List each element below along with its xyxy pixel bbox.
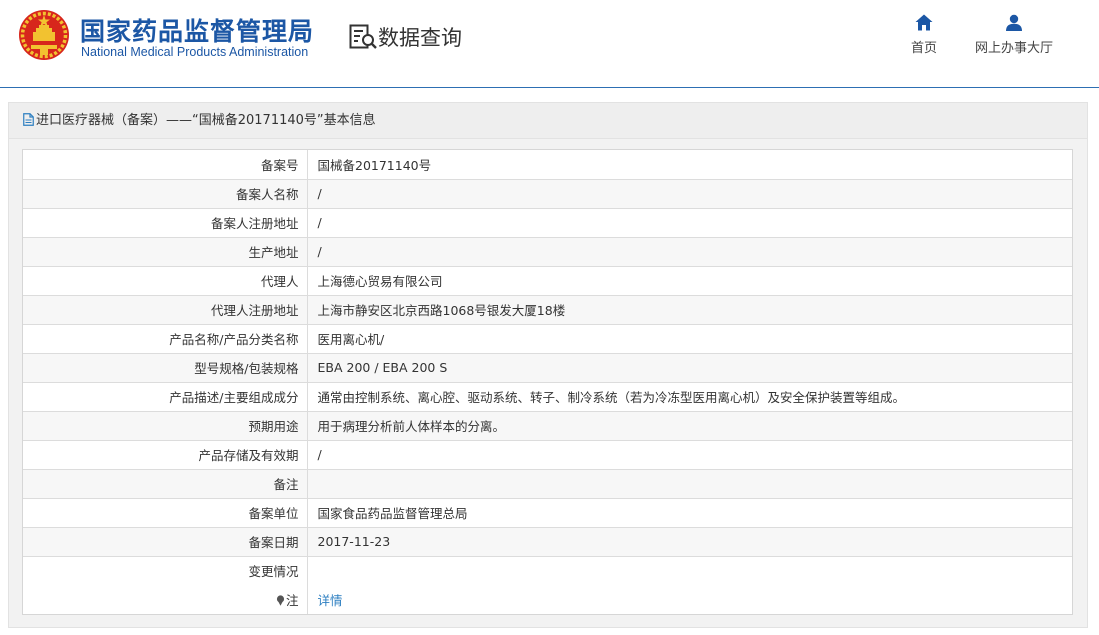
table-row: 生产地址 /	[23, 237, 1072, 267]
brand-title-cn: 国家药品监督管理局	[80, 17, 315, 46]
nav-home[interactable]: 首页	[904, 14, 944, 56]
user-icon	[1006, 14, 1022, 31]
field-value: /	[307, 440, 1072, 470]
note-label: 注	[285, 593, 299, 608]
table-row: 代理人 上海德心贸易有限公司	[23, 266, 1072, 296]
table-row: 产品名称/产品分类名称 医用离心机/	[23, 324, 1072, 354]
field-value: EBA 200 / EBA 200 S	[307, 353, 1072, 383]
field-label: 变更情况	[23, 556, 308, 585]
field-value: 医用离心机/	[307, 324, 1072, 354]
field-value: 2017-11-23	[307, 527, 1072, 557]
field-value: 上海德心贸易有限公司	[307, 266, 1072, 296]
note-value-cell: 详情	[307, 585, 1072, 614]
note-label-cell: 注	[23, 585, 308, 614]
field-value: /	[307, 237, 1072, 267]
table-row: 产品存储及有效期 /	[23, 440, 1072, 470]
panel-title: 进口医疗器械（备案）——“国械备20171140号”基本信息	[9, 103, 1087, 139]
home-icon	[915, 14, 933, 31]
table-row: 备案人注册地址 /	[23, 208, 1072, 238]
field-label: 备注	[23, 469, 308, 499]
table-row: 备案号 国械备20171140号	[23, 150, 1072, 180]
field-value: 上海市静安区北京西路1068号银发大厦18楼	[307, 295, 1072, 325]
brand-title-en: National Medical Products Administration	[81, 45, 309, 59]
field-label: 备案单位	[23, 498, 308, 528]
site-header: 国家药品监督管理局 National Medical Products Admi…	[0, 0, 1099, 88]
data-query-title: 数据查询	[378, 26, 462, 50]
field-label: 备案号	[23, 150, 308, 180]
field-value: /	[307, 179, 1072, 209]
detail-panel: 进口医疗器械（备案）——“国械备20171140号”基本信息 备案号 国械备201…	[8, 102, 1088, 628]
table-row-note: 注 详情	[23, 585, 1072, 614]
field-label: 备案日期	[23, 527, 308, 557]
field-label: 产品存储及有效期	[23, 440, 308, 470]
field-label: 代理人	[23, 266, 308, 296]
panel-title-text: 进口医疗器械（备案）——“国械备20171140号”基本信息	[36, 113, 376, 128]
field-value: 国械备20171140号	[307, 150, 1072, 180]
data-query-icon	[349, 24, 377, 49]
table-row: 代理人注册地址 上海市静安区北京西路1068号银发大厦18楼	[23, 295, 1072, 325]
nav-online-office[interactable]: 网上办事大厅	[968, 14, 1060, 56]
field-value: /	[307, 208, 1072, 238]
field-value	[307, 469, 1072, 499]
table-row: 产品描述/主要组成成分 通常由控制系统、离心腔、驱动系统、转子、制冷系统（若为冷冻…	[23, 382, 1072, 412]
field-label: 备案人名称	[23, 179, 308, 209]
field-value	[307, 556, 1072, 585]
field-label: 产品名称/产品分类名称	[23, 324, 308, 354]
info-table: 备案号 国械备20171140号 备案人名称 / 备案人注册地址 / 生产地址 / 代理人 上海德…	[22, 149, 1073, 615]
details-link[interactable]: 详情	[318, 593, 343, 608]
field-label: 生产地址	[23, 237, 308, 267]
document-icon	[23, 113, 34, 126]
table-row: 备注	[23, 469, 1072, 499]
field-value: 通常由控制系统、离心腔、驱动系统、转子、制冷系统（若为冷冻型医用离心机）及安全保…	[307, 382, 1072, 412]
national-emblem-icon	[19, 10, 69, 60]
table-row: 备案单位 国家食品药品监督管理总局	[23, 498, 1072, 528]
field-label: 备案人注册地址	[23, 208, 308, 238]
nav-home-label: 首页	[910, 41, 937, 56]
field-value: 国家食品药品监督管理总局	[307, 498, 1072, 528]
field-label: 产品描述/主要组成成分	[23, 382, 308, 412]
table-row: 型号规格/包装规格 EBA 200 / EBA 200 S	[23, 353, 1072, 383]
pin-icon	[276, 595, 285, 606]
nav-online-office-label: 网上办事大厅	[974, 41, 1053, 56]
field-label: 型号规格/包装规格	[23, 353, 308, 383]
table-row: 预期用途 用于病理分析前人体样本的分离。	[23, 411, 1072, 441]
table-row: 变更情况	[23, 556, 1072, 585]
field-label: 代理人注册地址	[23, 295, 308, 325]
field-value: 用于病理分析前人体样本的分离。	[307, 411, 1072, 441]
table-row: 备案人名称 /	[23, 179, 1072, 209]
table-row: 备案日期 2017-11-23	[23, 527, 1072, 557]
field-label: 预期用途	[23, 411, 308, 441]
